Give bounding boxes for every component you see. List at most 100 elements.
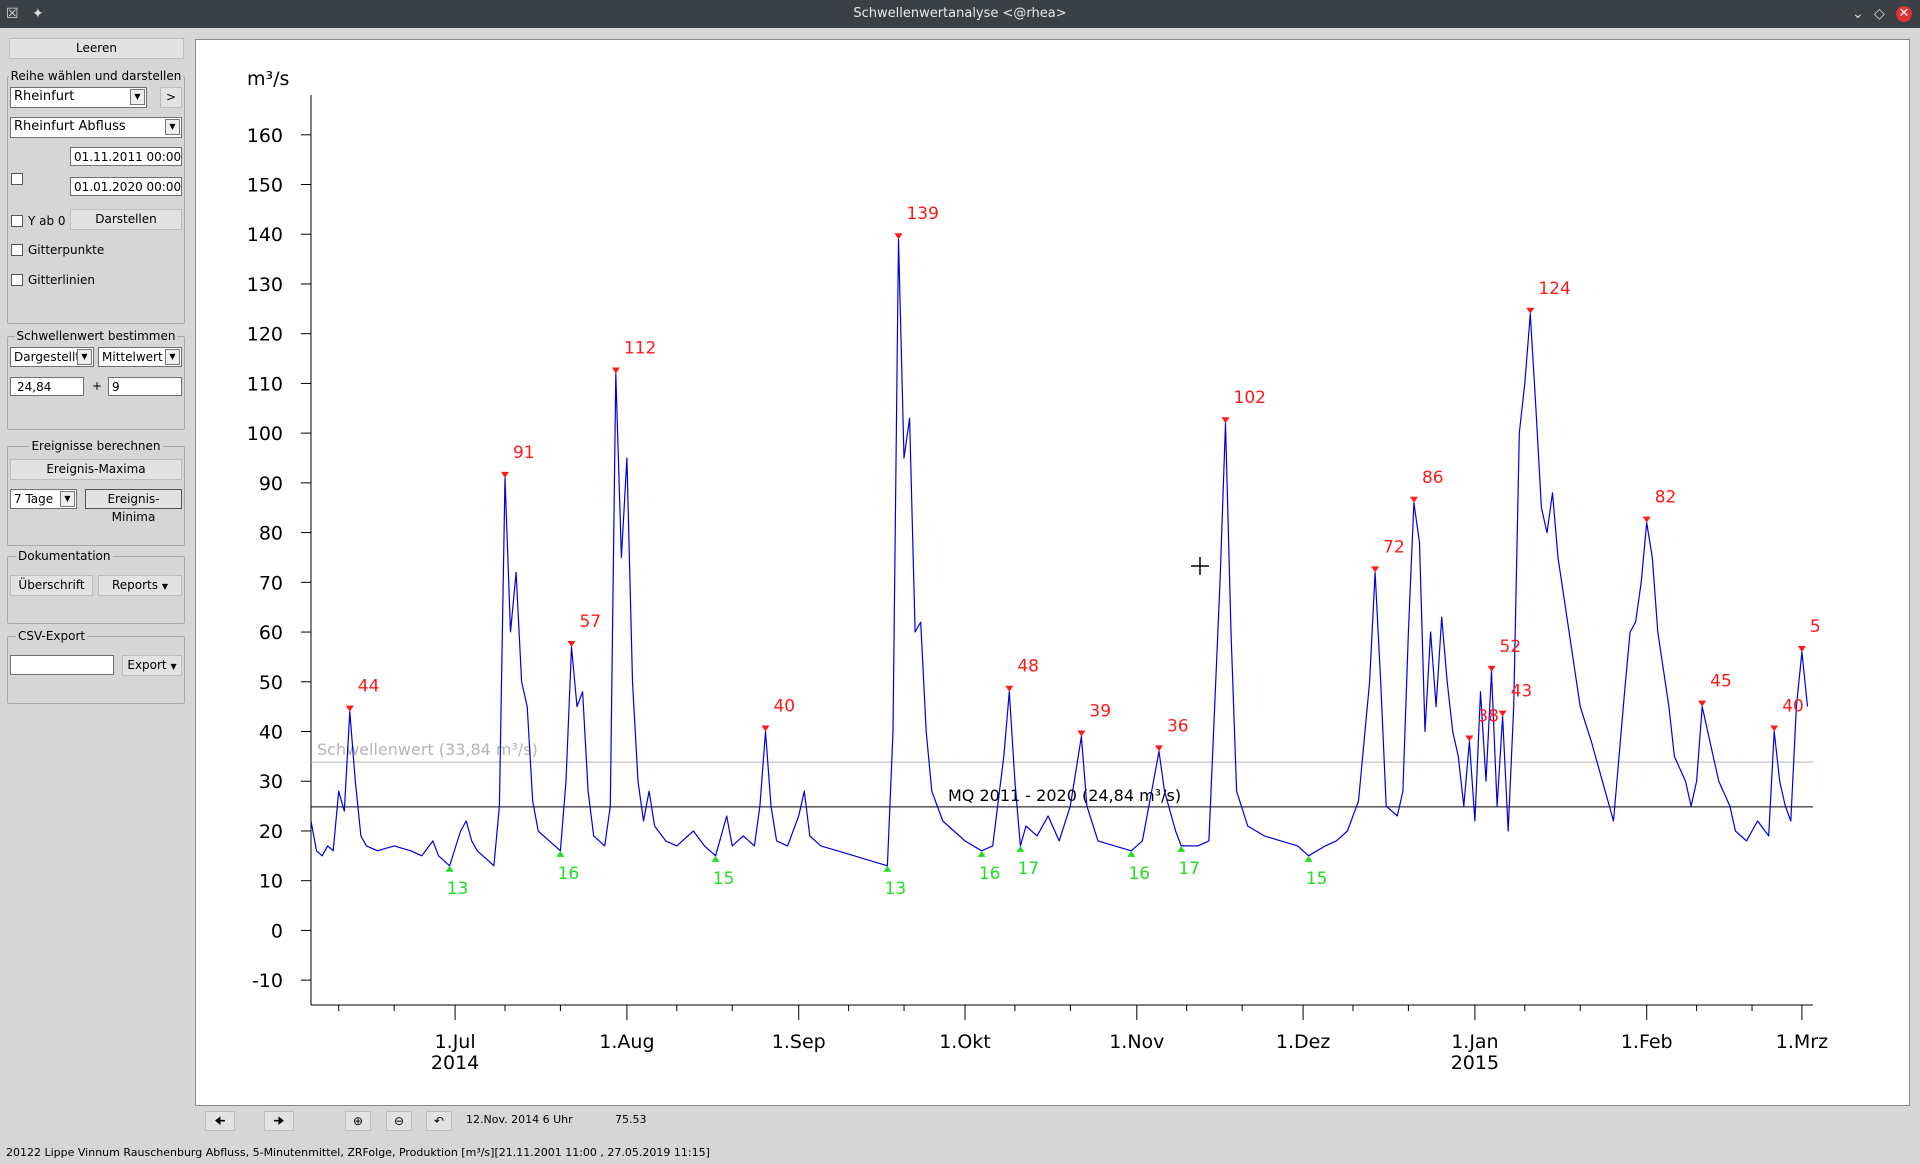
- plus-label: +: [92, 379, 103, 393]
- date-range-checkbox[interactable]: [11, 173, 23, 185]
- x-tick-label: 1.Mrz: [1776, 1031, 1828, 1053]
- reset-zoom-button[interactable]: ↶: [426, 1111, 452, 1131]
- maximum-label: 102: [1234, 388, 1266, 408]
- undo-icon: ↶: [433, 1114, 445, 1128]
- maximum-label: 72: [1383, 537, 1405, 557]
- series-select[interactable]: Rheinfurt Abfluss ▼: [10, 117, 182, 138]
- leeren-button[interactable]: Leeren: [9, 38, 184, 59]
- x-tick-label: 1.Aug: [599, 1031, 654, 1053]
- ereignisse-group: Ereignisse berechnen Ereignis-Maxima 7 T…: [7, 439, 185, 546]
- maximum-marker: [1526, 307, 1535, 314]
- chevron-down-icon: ▼: [161, 582, 168, 591]
- doku-group-title: Dokumentation: [16, 549, 113, 563]
- arrow-left-icon: 🠈: [214, 1114, 226, 1128]
- zoom-out-icon: ⊖: [393, 1114, 405, 1128]
- station-select[interactable]: Rheinfurt ▼: [10, 87, 147, 108]
- yab0-checkbox[interactable]: [11, 215, 23, 227]
- export-button[interactable]: Export ▼: [122, 655, 182, 676]
- maximize-icon[interactable]: ◇: [1874, 6, 1885, 22]
- cursor-date: 12.Nov. 2014 6 Uhr: [466, 1113, 573, 1126]
- maximum-marker: [894, 233, 903, 240]
- maximum-label: 82: [1655, 488, 1677, 508]
- x-tick-label: 1.Jul: [435, 1031, 476, 1053]
- minimum-label: 15: [713, 869, 735, 889]
- maximum-label: 124: [1538, 279, 1570, 299]
- minimum-label: 13: [447, 879, 469, 899]
- maximum-label: 36: [1167, 716, 1189, 736]
- cursor-value: 75.53: [615, 1113, 647, 1126]
- threshold-basis-value: Dargestellt: [14, 350, 81, 364]
- maximum-marker: [761, 725, 770, 732]
- minimum-marker: [711, 855, 720, 862]
- back-button[interactable]: 🠈: [205, 1111, 235, 1131]
- x-tick-year-label: 2015: [1451, 1052, 1499, 1074]
- ereignis-minima-button[interactable]: Ereignis-Minima: [85, 489, 182, 524]
- y-tick-label: 30: [259, 771, 283, 793]
- threshold-label: Schwellenwert (33,84 m³/s): [317, 740, 538, 759]
- maximum-label: 43: [1511, 682, 1533, 702]
- chart-svg[interactable]: m³/s Schwellenwert (33,84 m³/s) MQ 2011 …: [196, 40, 1909, 1105]
- csv-group-title: CSV-Export: [16, 629, 88, 643]
- ereignis-maxima-button[interactable]: Ereignis-Maxima: [10, 459, 182, 480]
- minimum-label: 15: [1306, 869, 1328, 889]
- reports-button[interactable]: Reports ▼: [98, 575, 182, 596]
- maximum-marker: [1698, 700, 1707, 707]
- darstellen-button[interactable]: Darstellen: [70, 209, 182, 230]
- maximum-marker: [1487, 665, 1496, 672]
- minimum-label: 16: [558, 864, 580, 884]
- maximum-marker: [500, 471, 509, 478]
- minimum-label: 17: [1178, 859, 1200, 879]
- zoom-out-button[interactable]: ⊖: [386, 1111, 412, 1131]
- x-tick-year-label: 2014: [431, 1052, 479, 1074]
- ueberschrift-button[interactable]: Überschrift: [10, 575, 93, 596]
- discharge-series-line: [310, 238, 1809, 867]
- maximum-marker: [1465, 735, 1474, 742]
- gitterlinien-checkbox[interactable]: [11, 274, 23, 286]
- y-tick-label: 100: [247, 423, 283, 445]
- gitterpunkte-checkbox[interactable]: [11, 244, 23, 256]
- chevron-down-icon: ▼: [170, 662, 177, 671]
- period-select[interactable]: 7 Tage ▼: [10, 489, 77, 509]
- threshold-offset-field[interactable]: 9: [108, 377, 182, 396]
- minimum-marker: [883, 865, 892, 872]
- station-select-value: Rheinfurt: [14, 89, 75, 104]
- reports-label: Reports: [111, 578, 159, 592]
- y-tick-label: 140: [247, 224, 283, 246]
- x-tick-label: 1.Feb: [1621, 1031, 1673, 1053]
- threshold-basis-select[interactable]: Dargestellt ▼: [10, 347, 94, 367]
- start-date-field[interactable]: 01.11.2011 00:00: [70, 147, 182, 166]
- minimize-icon[interactable]: ⌄: [1852, 6, 1864, 22]
- minimum-marker: [445, 865, 454, 872]
- end-date-field[interactable]: 01.01.2020 00:00: [70, 177, 182, 196]
- x-tick-label: 1.Jan: [1451, 1031, 1498, 1053]
- y-tick-label: 130: [247, 274, 283, 296]
- y-tick-label: 160: [247, 125, 283, 147]
- threshold-value-field[interactable]: 24,84: [10, 377, 84, 396]
- maximum-label: 112: [624, 338, 656, 358]
- arrow-right-icon: 🠊: [273, 1114, 285, 1128]
- y-tick-label: -10: [252, 970, 283, 992]
- next-button[interactable]: >: [160, 87, 182, 108]
- threshold-stat-select[interactable]: Mittelwert ▼: [98, 347, 182, 367]
- forward-button[interactable]: 🠊: [264, 1111, 294, 1131]
- y-tick-label: 120: [247, 324, 283, 346]
- reihe-group: Reihe wählen und darstellen Rheinfurt ▼ >…: [7, 69, 185, 324]
- y-tick-label: 70: [259, 572, 283, 594]
- y-tick-label: 0: [271, 920, 283, 942]
- export-label: Export: [127, 658, 167, 672]
- control-panel: Leeren Reihe wählen und darstellen Rhein…: [0, 28, 192, 1141]
- y-tick-label: 40: [259, 722, 283, 744]
- csv-filename-input[interactable]: [10, 655, 114, 675]
- schwelle-group: Schwellenwert bestimmen Dargestellt ▼ Mit…: [7, 329, 185, 430]
- mean-label: MQ 2011 - 2020 (24,84 m³/s): [948, 786, 1181, 805]
- close-icon[interactable]: ✕: [1896, 6, 1912, 22]
- maximum-marker: [1770, 725, 1779, 732]
- y-axis-unit: m³/s: [247, 68, 289, 90]
- crosshair-cursor-icon: [1191, 557, 1209, 575]
- maximum-marker: [1797, 645, 1806, 652]
- minimum-marker: [556, 850, 565, 857]
- maximum-label: 91: [513, 443, 535, 463]
- x-tick-label: 1.Okt: [939, 1031, 991, 1053]
- zoom-in-button[interactable]: ⊕: [345, 1111, 371, 1131]
- maximum-label: 40: [773, 697, 795, 717]
